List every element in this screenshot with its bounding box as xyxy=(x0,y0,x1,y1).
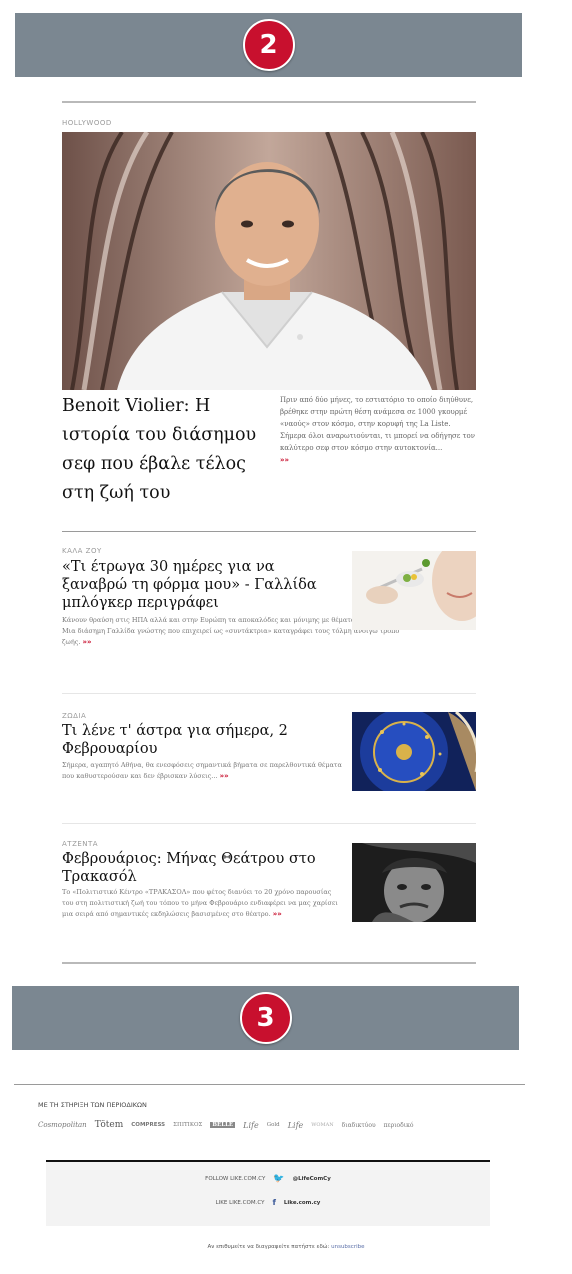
article-description: Σήμερα, αγαπητό Αθήνα, θα ενεσφόσεις σημ… xyxy=(62,760,344,782)
sponsors-logos: Cosmopolitan Tötem COMPRESS ΣΠΙΤΙΚΟΣ BEL… xyxy=(38,1120,518,1130)
social-box: FOLLOW LIKE.COM.CY 🐦 @LifeComCy LIKE LIK… xyxy=(46,1160,490,1226)
sponsor-logo[interactable]: Life xyxy=(243,1121,259,1130)
sponsor-logo[interactable]: WOMAN xyxy=(311,1122,333,1128)
feature-title-line[interactable]: στη ζωή του xyxy=(62,479,272,508)
read-more-link[interactable]: »» xyxy=(273,910,282,918)
sponsor-logo[interactable]: Tötem xyxy=(95,1120,124,1130)
annotation-bar-top: 2 xyxy=(15,13,522,77)
feature-title[interactable]: Benoit Violier: Η ιστορία του διάσημου σ… xyxy=(62,392,272,508)
article-title[interactable]: Τι λένε τ' άστρα για σήμερα, 2 Φεβρουαρί… xyxy=(62,722,344,758)
article-separator xyxy=(62,823,476,824)
footer-divider xyxy=(14,1084,525,1085)
section-divider xyxy=(62,101,476,103)
feature-title-line[interactable]: σεφ που έβαλε τέλος xyxy=(62,450,272,479)
unsubscribe-link[interactable]: unsubscribe xyxy=(331,1244,364,1250)
article-category: ΑΤΖΕΝΤΑ xyxy=(62,840,99,848)
facebook-icon: f xyxy=(272,1198,276,1207)
step-marker-badge: 2 xyxy=(242,19,295,71)
article-thumbnail[interactable] xyxy=(352,551,476,630)
sponsor-logo[interactable]: BELLE xyxy=(210,1122,236,1128)
follow-label: FOLLOW LIKE.COM.CY xyxy=(205,1176,266,1182)
article-description-text: Το «Πολιτιστικό Κέντρο «ΤΡΑΚΑΣΟΛ» που φέ… xyxy=(62,888,338,918)
chef-photo xyxy=(62,132,476,390)
article-thumbnail[interactable] xyxy=(352,843,476,922)
article-description-text: Σήμερα, αγαπητό Αθήνα, θα ενεσφόσεις σημ… xyxy=(62,761,342,780)
astrology-image xyxy=(352,712,476,791)
article-title[interactable]: Φεβρουάριος: Μήνας Θεάτρου στο Τρακασόλ xyxy=(62,850,352,886)
feature-category: HOLLYWOOD xyxy=(62,119,112,127)
facebook-row[interactable]: LIKE LIKE.COM.CY f Like.com.cy xyxy=(46,1198,490,1207)
feature-title-line[interactable]: Benoit Violier: Η xyxy=(62,392,272,421)
facebook-link[interactable]: Like.com.cy xyxy=(284,1200,320,1206)
read-more-link[interactable]: »» xyxy=(280,456,289,464)
sponsor-logo[interactable]: περιοδικό xyxy=(384,1122,414,1129)
article-category: ΖΩΔΙΑ xyxy=(62,712,87,720)
theatre-image xyxy=(352,843,476,922)
feature-excerpt-text: Πριν από δύο μήνες, το εστιατόριο το οπο… xyxy=(280,396,475,452)
article-title[interactable]: «Τι έτρωγα 30 ημέρες για να ξαναβρώ τη φ… xyxy=(62,558,344,612)
unsubscribe-notice: Αν επιθυμείτε να διαγραφείτε πατήστε εδώ… xyxy=(0,1244,572,1250)
read-more-link[interactable]: »» xyxy=(83,638,92,646)
twitter-row[interactable]: FOLLOW LIKE.COM.CY 🐦 @LifeComCy xyxy=(46,1174,490,1184)
sponsors-heading: ΜΕ ΤΗ ΣΤΗΡΙΞΗ ΤΩΝ ΠΕΡΙΟΔΙΚΩΝ xyxy=(38,1101,147,1109)
salad-image xyxy=(352,551,476,630)
sponsor-logo[interactable]: Gold xyxy=(267,1122,280,1128)
read-more-link[interactable]: »» xyxy=(220,772,229,780)
section-divider xyxy=(62,962,476,964)
article-category: ΚΑΛΑ ΖΟΥ xyxy=(62,547,102,555)
step-marker-badge: 3 xyxy=(239,992,292,1044)
sponsor-logo[interactable]: COMPRESS xyxy=(131,1122,165,1128)
article-description: Το «Πολιτιστικό Κέντρο «ΤΡΑΚΑΣΟΛ» που φέ… xyxy=(62,887,344,920)
feature-title-line[interactable]: ιστορία του διάσημου xyxy=(62,421,272,450)
feature-excerpt: Πριν από δύο μήνες, το εστιατόριο το οπο… xyxy=(280,394,476,466)
article-description-text: Κάνουν θραύση στις ΗΠΑ αλλά και στην Ευρ… xyxy=(62,616,400,646)
like-label: LIKE LIKE.COM.CY xyxy=(215,1199,265,1206)
annotation-bar-bottom: 3 xyxy=(12,986,519,1050)
unsubscribe-text: Αν επιθυμείτε να διαγραφείτε πατήστε εδώ… xyxy=(207,1244,330,1250)
section-divider xyxy=(62,531,476,532)
article-separator xyxy=(62,693,476,694)
twitter-handle-link[interactable]: @LifeComCy xyxy=(293,1176,331,1182)
twitter-icon: 🐦 xyxy=(273,1174,285,1184)
sponsor-logo[interactable]: Cosmopolitan xyxy=(38,1121,87,1129)
sponsor-logo[interactable]: Life xyxy=(288,1121,304,1130)
sponsor-logo[interactable]: ΣΠΙΤΙΚΟΣ xyxy=(173,1122,202,1128)
article-thumbnail[interactable] xyxy=(352,712,476,791)
sponsor-logo[interactable]: διαδικτύου xyxy=(342,1122,376,1129)
feature-image[interactable] xyxy=(62,132,476,390)
